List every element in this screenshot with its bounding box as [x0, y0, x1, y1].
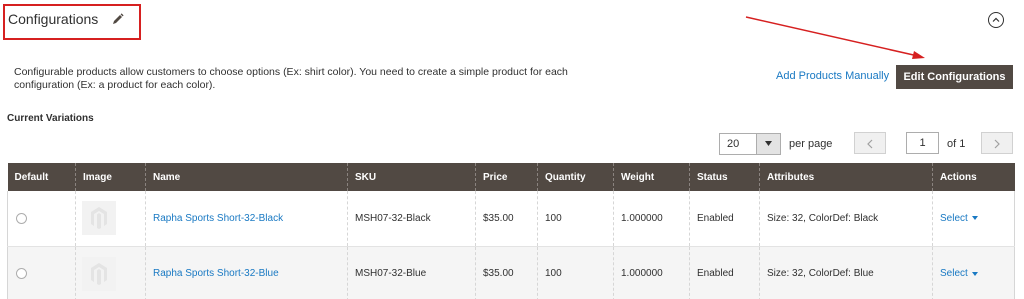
section-description: Configurable products allow customers to…	[14, 66, 568, 91]
caret-down-icon	[971, 271, 978, 276]
collapse-button[interactable]	[988, 12, 1004, 28]
table-row: Rapha Sports Short-32-Black MSH07-32-Bla…	[7, 191, 1015, 247]
placeholder-logo-icon	[91, 207, 107, 230]
column-header-sku[interactable]: SKU	[347, 163, 476, 191]
per-page-label: per page	[789, 138, 833, 150]
edit-configurations-button[interactable]: Edit Configurations	[896, 65, 1013, 89]
pencil-icon[interactable]	[112, 12, 124, 24]
column-header-attributes[interactable]: Attributes	[759, 163, 933, 191]
select-action-dropdown[interactable]: Select	[940, 213, 978, 224]
product-name-link[interactable]: Rapha Sports Short-32-Black	[153, 213, 283, 224]
column-header-price[interactable]: Price	[475, 163, 538, 191]
attributes-cell: Size: 32, ColorDef: Black	[759, 191, 933, 247]
table-row: Rapha Sports Short-32-Blue MSH07-32-Blue…	[7, 246, 1015, 299]
attributes-cell: Size: 32, ColorDef: Blue	[759, 246, 933, 299]
default-radio[interactable]	[16, 268, 27, 279]
quantity-cell: 100	[537, 191, 614, 247]
chevron-right-icon	[994, 139, 1000, 149]
sku-cell: MSH07-32-Black	[347, 191, 476, 247]
column-header-actions[interactable]: Actions	[932, 163, 1015, 191]
column-header-quantity[interactable]: Quantity	[537, 163, 614, 191]
page-number-input[interactable]	[906, 132, 939, 154]
caret-down-icon	[765, 141, 772, 146]
price-cell: $35.00	[475, 191, 538, 247]
column-header-name[interactable]: Name	[145, 163, 348, 191]
variations-grid: Default Image Name SKU Price Quantity We…	[7, 163, 1015, 299]
column-header-status[interactable]: Status	[689, 163, 760, 191]
default-radio[interactable]	[16, 212, 27, 224]
per-page-select[interactable]: 20	[719, 133, 781, 155]
section-title: Configurations	[8, 11, 99, 27]
select-action-label: Select	[940, 212, 968, 224]
product-name-link[interactable]: Rapha Sports Short-32-Blue	[153, 268, 279, 279]
sku-cell: MSH07-32-Blue	[347, 246, 476, 299]
select-action-dropdown[interactable]: Select	[940, 268, 978, 279]
caret-down-icon	[971, 216, 978, 221]
next-page-button[interactable]	[981, 132, 1013, 154]
page-count-label: of 1	[947, 138, 966, 150]
placeholder-logo-icon	[91, 262, 107, 285]
price-cell: $35.00	[475, 246, 538, 299]
add-products-manually-link[interactable]: Add Products Manually	[776, 70, 889, 82]
product-thumbnail	[82, 256, 116, 291]
current-variations-heading: Current Variations	[7, 113, 94, 124]
chevron-left-icon	[867, 139, 873, 149]
column-header-image[interactable]: Image	[75, 163, 146, 191]
per-page-value: 20	[727, 138, 740, 150]
grid-header-row: Default Image Name SKU Price Quantity We…	[7, 163, 1015, 191]
product-thumbnail	[82, 201, 116, 236]
per-page-dropdown-toggle[interactable]	[756, 134, 780, 154]
column-header-default[interactable]: Default	[7, 163, 76, 191]
weight-cell: 1.000000	[613, 246, 690, 299]
select-action-label: Select	[940, 268, 968, 279]
weight-cell: 1.000000	[613, 191, 690, 247]
quantity-cell: 100	[537, 246, 614, 299]
column-header-weight[interactable]: Weight	[613, 163, 690, 191]
status-cell: Enabled	[689, 191, 760, 247]
previous-page-button[interactable]	[854, 132, 886, 154]
status-cell: Enabled	[689, 246, 760, 299]
chevron-up-icon	[992, 17, 1000, 22]
